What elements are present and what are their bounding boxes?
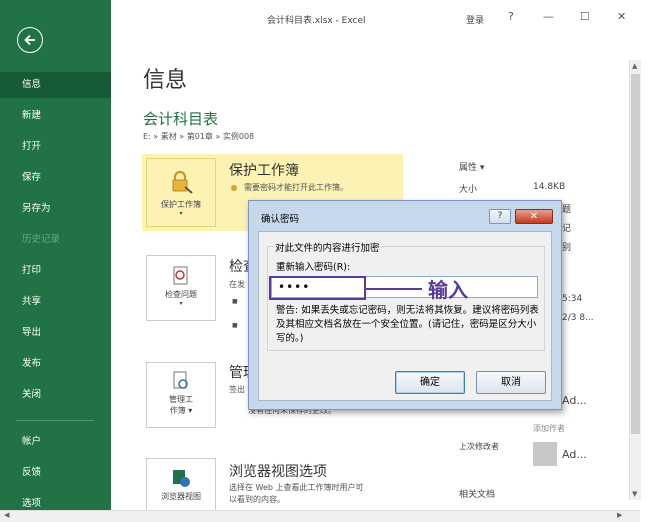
breadcrumb: E: » 素材 » 第01章 » 实例008 xyxy=(143,132,255,141)
sidebar-divider xyxy=(16,420,94,421)
protect-title: 保护工作簿 xyxy=(229,163,299,179)
horizontal-scrollbar[interactable] xyxy=(0,510,640,522)
sidebar-item-feedback[interactable]: 反馈 xyxy=(0,460,111,486)
backstage-sidebar: 信息 新建 打开 保存 另存为 历史记录 打印 共享 导出 发布 关闭 帐户 反… xyxy=(0,0,111,510)
size-value: 14.8KB xyxy=(533,182,566,192)
browser-desc-1: 选择在 Web 上查看此工作簿时用户可 xyxy=(229,483,364,492)
browser-title: 浏览器视图选项 xyxy=(229,464,327,480)
add-author-link[interactable]: 添加作者 xyxy=(533,423,565,434)
scroll-right-icon[interactable]: ▶ xyxy=(617,511,622,519)
scroll-up-icon[interactable]: ▲ xyxy=(632,62,637,70)
dialog-help-button[interactable]: ? xyxy=(489,209,511,224)
sidebar-item-print[interactable]: 打印 xyxy=(0,258,111,284)
password-annotation-box xyxy=(269,276,366,300)
sidebar-item-open[interactable]: 打开 xyxy=(0,134,111,160)
warning-key-icon xyxy=(231,185,237,191)
inspect-desc: 在发 xyxy=(229,280,245,289)
password-label: 重新输入密码(R): xyxy=(276,262,351,273)
sidebar-item-history: 历史记录 xyxy=(22,234,61,245)
sidebar-item-save-as[interactable]: 另存为 xyxy=(0,196,111,222)
author-name: Ad... xyxy=(562,394,587,407)
browser-view-button[interactable]: 浏览器视图 xyxy=(146,458,216,510)
sidebar-item-options[interactable]: 选项 xyxy=(0,491,111,510)
property-partial-2: 记 xyxy=(562,224,572,234)
annotation-text: 输入 xyxy=(428,278,468,302)
inspect-bullet-1: ■ xyxy=(232,298,238,305)
sidebar-item-publish[interactable]: 发布 xyxy=(0,351,111,377)
browser-desc-2: 以看到的内容。 xyxy=(229,495,285,504)
time-value-2: 2/3 8... xyxy=(562,313,594,323)
last-modified-by-label: 上次修改者 xyxy=(459,442,499,451)
back-arrow-icon xyxy=(24,34,35,46)
manage-workbook-label-2: 作簿 ▾ xyxy=(169,406,193,415)
property-partial-1: 题 xyxy=(562,205,572,215)
chevron-down-icon: ▾ xyxy=(179,300,183,307)
window-title: 会计科目表.xlsx - Excel xyxy=(267,16,366,26)
ok-button[interactable]: 确定 xyxy=(395,371,465,394)
avatar xyxy=(533,442,557,466)
scroll-down-icon[interactable]: ▼ xyxy=(632,490,637,498)
check-issues-label: 检查问题 xyxy=(165,290,197,299)
page-title: 信息 xyxy=(143,68,188,93)
login-link[interactable]: 登录 xyxy=(466,13,484,26)
protect-workbook-button-label: 保护工作簿 xyxy=(161,200,201,209)
modifier-name: Ad... xyxy=(562,448,587,461)
sidebar-item-close[interactable]: 关闭 xyxy=(0,382,111,408)
related-docs-heading: 相关文档 xyxy=(459,490,496,500)
manage-desc: 签出 xyxy=(229,385,245,394)
protect-desc: 需要密码才能打开此工作簿。 xyxy=(244,183,348,192)
properties-heading[interactable]: 属性 ▾ xyxy=(459,160,484,173)
dialog-title: 确认密码 xyxy=(261,214,300,225)
lock-key-icon xyxy=(172,170,193,194)
sidebar-item-save[interactable]: 保存 xyxy=(0,165,111,191)
browser-view-label: 浏览器视图 xyxy=(161,492,201,501)
cancel-button[interactable]: 取消 xyxy=(476,371,546,394)
dialog-close-button[interactable]: ✕ xyxy=(515,209,553,224)
sidebar-item-share[interactable]: 共享 xyxy=(0,289,111,315)
sidebar-item-export[interactable]: 导出 xyxy=(0,320,111,346)
maximize-button[interactable]: ☐ xyxy=(580,10,590,23)
property-partial-3: 别 xyxy=(562,243,572,253)
manage-workbook-button[interactable]: 管理工 作簿 ▾ xyxy=(146,362,216,428)
manage-workbook-label-1: 管理工 xyxy=(169,395,193,404)
size-label: 大小 xyxy=(459,185,478,195)
password-warning: 警告: 如果丢失或忘记密码，则无法将其恢复。建议将密码列表及其相应文档名放在一个… xyxy=(276,305,539,344)
excel-globe-icon xyxy=(173,470,190,487)
sidebar-item-new[interactable]: 新建 xyxy=(0,103,111,129)
protect-workbook-button[interactable]: 保护工作簿 ▾ xyxy=(146,158,216,227)
file-title: 会计科目表 xyxy=(143,110,219,128)
annotation-line xyxy=(366,288,422,290)
time-value-1: 5:34 xyxy=(562,294,583,304)
scroll-left-icon[interactable]: ◀ xyxy=(4,511,9,519)
check-issues-button[interactable]: 检查问题 ▾ xyxy=(146,255,216,321)
inspect-bullet-2: ■ xyxy=(232,322,238,329)
inspect-document-icon xyxy=(173,266,188,285)
manage-document-icon xyxy=(173,371,188,389)
vertical-scroll-thumb[interactable] xyxy=(631,74,640,434)
help-button[interactable]: ? xyxy=(508,10,514,23)
sidebar-item-account[interactable]: 帐户 xyxy=(0,429,111,455)
sidebar-item-info[interactable]: 信息 xyxy=(0,72,111,98)
minimize-button[interactable]: — xyxy=(543,10,554,23)
chevron-down-icon: ▾ xyxy=(179,210,183,217)
back-button[interactable] xyxy=(17,27,43,53)
encrypt-group-label: 对此文件的内容进行加密 xyxy=(273,240,382,254)
close-window-button[interactable]: ✕ xyxy=(617,10,626,23)
